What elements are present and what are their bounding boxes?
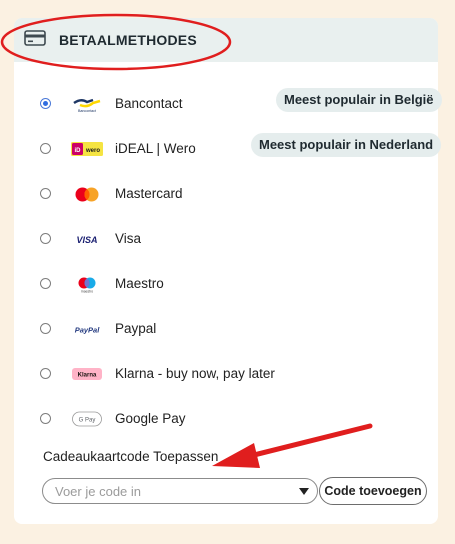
red-arrow-annotation [212,423,373,468]
gift-card-code-input[interactable]: Voer je code in [42,478,318,504]
radio-paypal[interactable] [40,323,51,334]
payment-method-maestro[interactable]: maestro Maestro [40,274,430,294]
maestro-logo: maestro [78,277,96,294]
highlight-ellipse-annotation [0,13,232,71]
google-pay-logo: G Pay [72,411,102,427]
ideal-wero-logo: iD wero [71,142,103,156]
payment-method-label: Bancontact [115,96,183,111]
caret-down-icon[interactable] [299,488,309,495]
klarna-logo-text: Klarna [78,373,97,379]
radio-bancontact[interactable] [40,98,51,109]
radio-visa[interactable] [40,233,51,244]
payment-method-mastercard[interactable]: Mastercard [40,184,430,204]
bancontact-logo: Bancontact [73,98,101,113]
popular-netherlands-badge: Meest populair in Nederland [251,133,442,157]
popular-belgium-badge: Meest populair in België [276,88,442,112]
ideal-logo-text: iD [75,148,82,154]
gift-card-code-placeholder: Voer je code in [55,484,142,499]
paypal-logo: PayPal [75,326,101,335]
payment-method-label: Paypal [115,321,157,336]
payment-method-label: Maestro [115,276,164,291]
radio-ideal-wero[interactable] [40,143,51,154]
klarna-logo: Klarna [72,368,102,380]
radio-google-pay[interactable] [40,413,51,424]
gpay-logo-text: G Pay [79,418,96,424]
maestro-logo-text: maestro [81,290,93,294]
paypal-logo-text: PayPal [75,326,101,335]
payment-method-label: Google Pay [115,411,186,426]
radio-klarna[interactable] [40,368,51,379]
mastercard-logo [75,187,99,202]
payment-method-paypal[interactable]: PayPal Paypal [40,319,430,339]
payment-method-label: iDEAL | Wero [115,141,196,156]
payment-method-label: Klarna - buy now, pay later [115,366,275,381]
radio-maestro[interactable] [40,278,51,289]
visa-logo: VISA [76,235,97,245]
wero-logo-text: wero [85,148,100,154]
bancontact-logo-text: Bancontact [78,109,96,113]
payment-method-visa[interactable]: VISA Visa [40,229,430,249]
payment-method-label: Mastercard [115,186,183,201]
visa-logo-text: VISA [76,235,97,245]
payment-method-label: Visa [115,231,142,246]
payment-method-klarna[interactable]: Klarna Klarna - buy now, pay later [40,364,430,384]
add-code-button[interactable]: Code toevoegen [319,477,427,505]
radio-mastercard[interactable] [40,188,51,199]
